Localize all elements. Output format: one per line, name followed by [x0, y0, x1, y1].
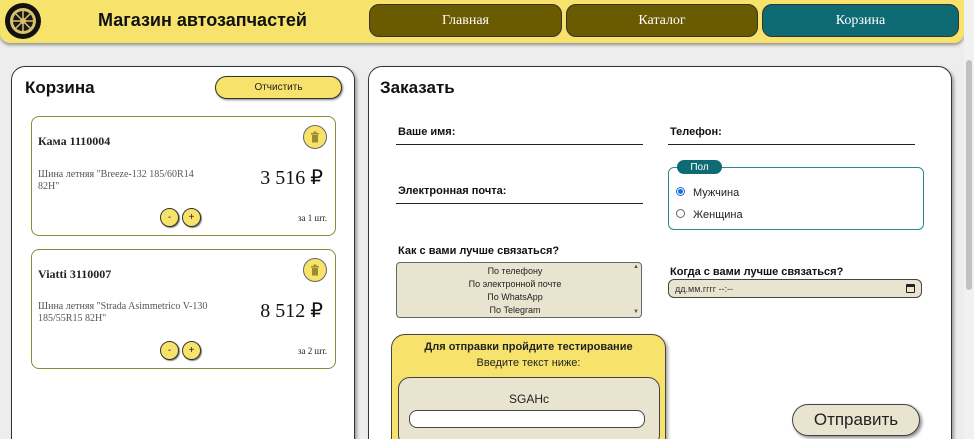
item-description: Шина летняя "Strada Asimmetrico V-130 18… — [38, 301, 208, 324]
wheel-logo-icon[interactable] — [4, 2, 42, 40]
date-placeholder: дд.мм.гггг --:-- — [675, 283, 733, 294]
contact-option[interactable]: По Telegram — [397, 305, 633, 315]
nav-catalog[interactable]: Каталог — [566, 4, 758, 37]
contact-method-select[interactable]: По телефону По электронной почте По What… — [396, 262, 642, 318]
site-title: Магазин автозапчастей — [98, 10, 307, 30]
item-name: Кама 1110004 — [38, 134, 111, 148]
captcha-inner: SGAHc — [398, 377, 660, 439]
submit-order-button[interactable]: Отправить — [792, 404, 920, 436]
gender-radio-female[interactable] — [676, 209, 685, 218]
scroll-up-icon[interactable]: ▲ — [633, 264, 639, 270]
item-price: 8 512 ₽ — [260, 300, 323, 322]
contact-datetime-input[interactable]: дд.мм.гггг --:-- — [668, 279, 922, 298]
decrease-qty-button[interactable]: - — [160, 341, 179, 360]
listbox-scrollbar[interactable]: ▲ ▼ — [632, 264, 640, 316]
contact-method-label: Как с вами лучше связаться? — [398, 245, 560, 257]
phone-field[interactable] — [668, 144, 915, 145]
captcha-code: SGAHc — [508, 392, 549, 406]
gender-legend: Пол — [677, 160, 722, 174]
name-label: Ваше имя: — [398, 126, 456, 138]
gender-label-male: Мужчина — [693, 187, 740, 199]
decrease-qty-button[interactable]: - — [160, 208, 179, 227]
captcha-subtitle: Введите текст ниже: — [476, 357, 581, 369]
item-quantity: за 1 шт. — [298, 213, 327, 223]
delete-item-button[interactable] — [303, 125, 327, 149]
trash-icon — [311, 131, 319, 143]
captcha-box: Для отправки пройдите тестирование Введи… — [391, 334, 666, 439]
cart-item: Viatti 3110007 Шина летняя "Strada Asimm… — [31, 249, 336, 369]
nav-home[interactable]: Главная — [369, 4, 562, 37]
delete-item-button[interactable] — [303, 258, 327, 282]
email-label: Электронная почта: — [398, 185, 507, 197]
contact-time-label: Когда с вами лучше связаться? — [670, 266, 844, 278]
gender-label-female: Женщина — [693, 209, 743, 221]
cart-title: Корзина — [25, 78, 95, 97]
item-name: Viatti 3110007 — [38, 267, 112, 281]
email-field[interactable] — [396, 203, 643, 204]
item-quantity: за 2 шт. — [298, 346, 327, 356]
increase-qty-button[interactable]: + — [182, 341, 201, 360]
clear-cart-button[interactable]: Отчистить — [215, 76, 342, 99]
trash-icon — [311, 264, 319, 276]
increase-qty-button[interactable]: + — [182, 208, 201, 227]
gender-radio-male[interactable] — [676, 187, 685, 196]
phone-label: Телефон: — [670, 126, 722, 138]
scroll-down-icon[interactable]: ▼ — [633, 309, 639, 315]
captcha-input[interactable] — [409, 410, 645, 428]
contact-option[interactable]: По электронной почте — [397, 279, 633, 289]
item-description: Шина летняя "Breeze-132 185/60R14 82H" — [38, 169, 194, 192]
cart-item: Кама 1110004 Шина летняя "Breeze-132 185… — [31, 116, 336, 236]
item-price: 3 516 ₽ — [260, 167, 323, 189]
calendar-icon[interactable] — [906, 284, 915, 293]
contact-option[interactable]: По телефону — [397, 266, 633, 276]
contact-option[interactable]: По WhatsApp — [397, 292, 633, 302]
page-scrollbar-thumb[interactable] — [966, 60, 972, 290]
name-field[interactable] — [396, 144, 643, 145]
captcha-title: Для отправки пройдите тестирование — [424, 341, 633, 353]
order-title: Заказать — [380, 78, 455, 97]
nav-cart[interactable]: Корзина — [762, 4, 959, 37]
